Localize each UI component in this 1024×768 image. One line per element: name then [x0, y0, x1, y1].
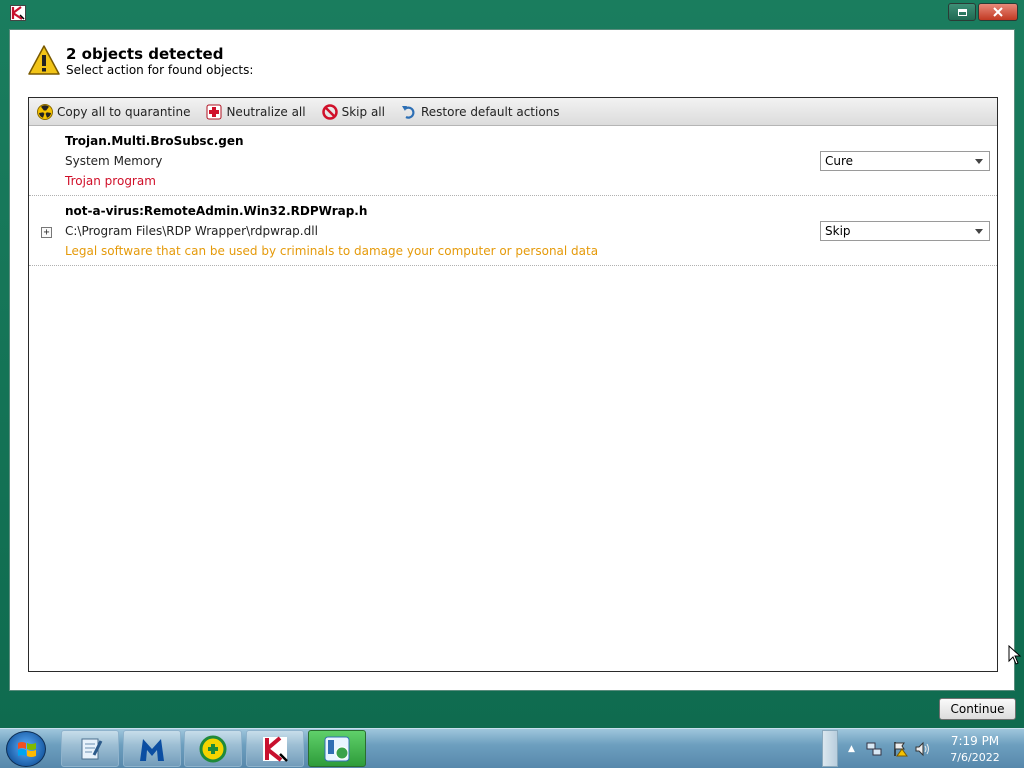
- object-name: Trojan.Multi.BroSubsc.gen: [65, 134, 244, 148]
- iobit-icon: [324, 736, 350, 761]
- detected-object-row: Trojan.Multi.BroSubsc.gen System Memory …: [29, 126, 997, 196]
- object-name: not-a-virus:RemoteAdmin.Win32.RDPWrap.h: [65, 204, 368, 218]
- object-description: Legal software that can be used by crimi…: [65, 244, 599, 258]
- app-window: 2 objects detected Select action for fou…: [0, 0, 1024, 728]
- action-select-value: Cure: [825, 154, 854, 168]
- network-icon[interactable]: [866, 741, 882, 757]
- title-bar[interactable]: [0, 0, 1024, 28]
- kaspersky-icon: [263, 735, 288, 762]
- maximize-button[interactable]: [948, 3, 976, 21]
- restore-default-actions-button[interactable]: Restore default actions: [401, 104, 560, 120]
- page-subtitle: Select action for found objects:: [66, 63, 254, 77]
- neutralize-all-button[interactable]: Neutralize all: [206, 104, 306, 120]
- neutralize-all-label: Neutralize all: [226, 104, 306, 119]
- copy-all-to-quarantine-button[interactable]: Copy all to quarantine: [37, 103, 191, 120]
- volume-icon[interactable]: [914, 741, 930, 757]
- chevron-down-icon: [975, 159, 983, 164]
- red-cross-icon: [206, 104, 222, 119]
- taskbar-iobit-app[interactable]: [308, 730, 366, 767]
- taskbar-malwarebytes-app[interactable]: [123, 730, 181, 767]
- notepad-icon: [81, 738, 103, 759]
- detection-header: 2 objects detected Select action for fou…: [10, 30, 1014, 96]
- skip-all-label: Skip all: [341, 104, 385, 119]
- warning-icon: [28, 45, 60, 75]
- taskbar-notepad-app[interactable]: [61, 730, 119, 767]
- action-select[interactable]: Skip: [820, 221, 990, 241]
- object-description: Trojan program: [65, 174, 156, 188]
- update-icon: [199, 735, 227, 762]
- clock-date[interactable]: 7/6/2022: [946, 751, 1004, 764]
- start-button[interactable]: [6, 731, 46, 767]
- windows-logo-icon: [18, 742, 36, 757]
- no-entry-icon: [321, 103, 338, 120]
- object-location: C:\Program Files\RDP Wrapper\rdpwrap.dll: [65, 224, 318, 238]
- action-select-value: Skip: [825, 224, 851, 238]
- object-location: System Memory: [65, 154, 163, 168]
- clock-time[interactable]: 7:19 PM: [946, 734, 1004, 748]
- action-center-flag-icon[interactable]: [892, 741, 908, 757]
- maximize-icon: [957, 8, 967, 16]
- close-button[interactable]: [978, 3, 1018, 21]
- page-title: 2 objects detected: [66, 45, 224, 63]
- expand-icon[interactable]: +: [41, 227, 52, 238]
- mouse-cursor-icon: [1008, 645, 1022, 665]
- action-select[interactable]: Cure: [820, 151, 990, 171]
- taskbar-update-app[interactable]: [184, 730, 242, 767]
- close-icon: [993, 7, 1003, 17]
- copy-all-to-quarantine-label: Copy all to quarantine: [57, 104, 191, 119]
- continue-button[interactable]: Continue: [939, 698, 1016, 720]
- malwarebytes-icon: [140, 738, 164, 761]
- restore-default-actions-label: Restore default actions: [420, 104, 560, 119]
- objects-panel: Copy all to quarantine Neutralize all Sk…: [28, 97, 998, 672]
- taskbar-kaspersky-app[interactable]: [246, 730, 304, 767]
- kaspersky-logo-icon: [10, 5, 26, 21]
- undo-arrow-icon: [401, 105, 415, 119]
- show-hidden-icons-icon[interactable]: ▲: [848, 744, 855, 754]
- main-content: 2 objects detected Select action for fou…: [9, 29, 1015, 691]
- tray-scroll-control[interactable]: [822, 730, 838, 767]
- radiation-icon: [37, 103, 53, 120]
- detected-object-row: + not-a-virus:RemoteAdmin.Win32.RDPWrap.…: [29, 196, 997, 266]
- chevron-down-icon: [975, 229, 983, 234]
- skip-all-button[interactable]: Skip all: [321, 103, 385, 120]
- taskbar: ▲ 7:19 PM 7/6/2022: [0, 728, 1024, 768]
- actions-toolbar: Copy all to quarantine Neutralize all Sk…: [29, 98, 997, 126]
